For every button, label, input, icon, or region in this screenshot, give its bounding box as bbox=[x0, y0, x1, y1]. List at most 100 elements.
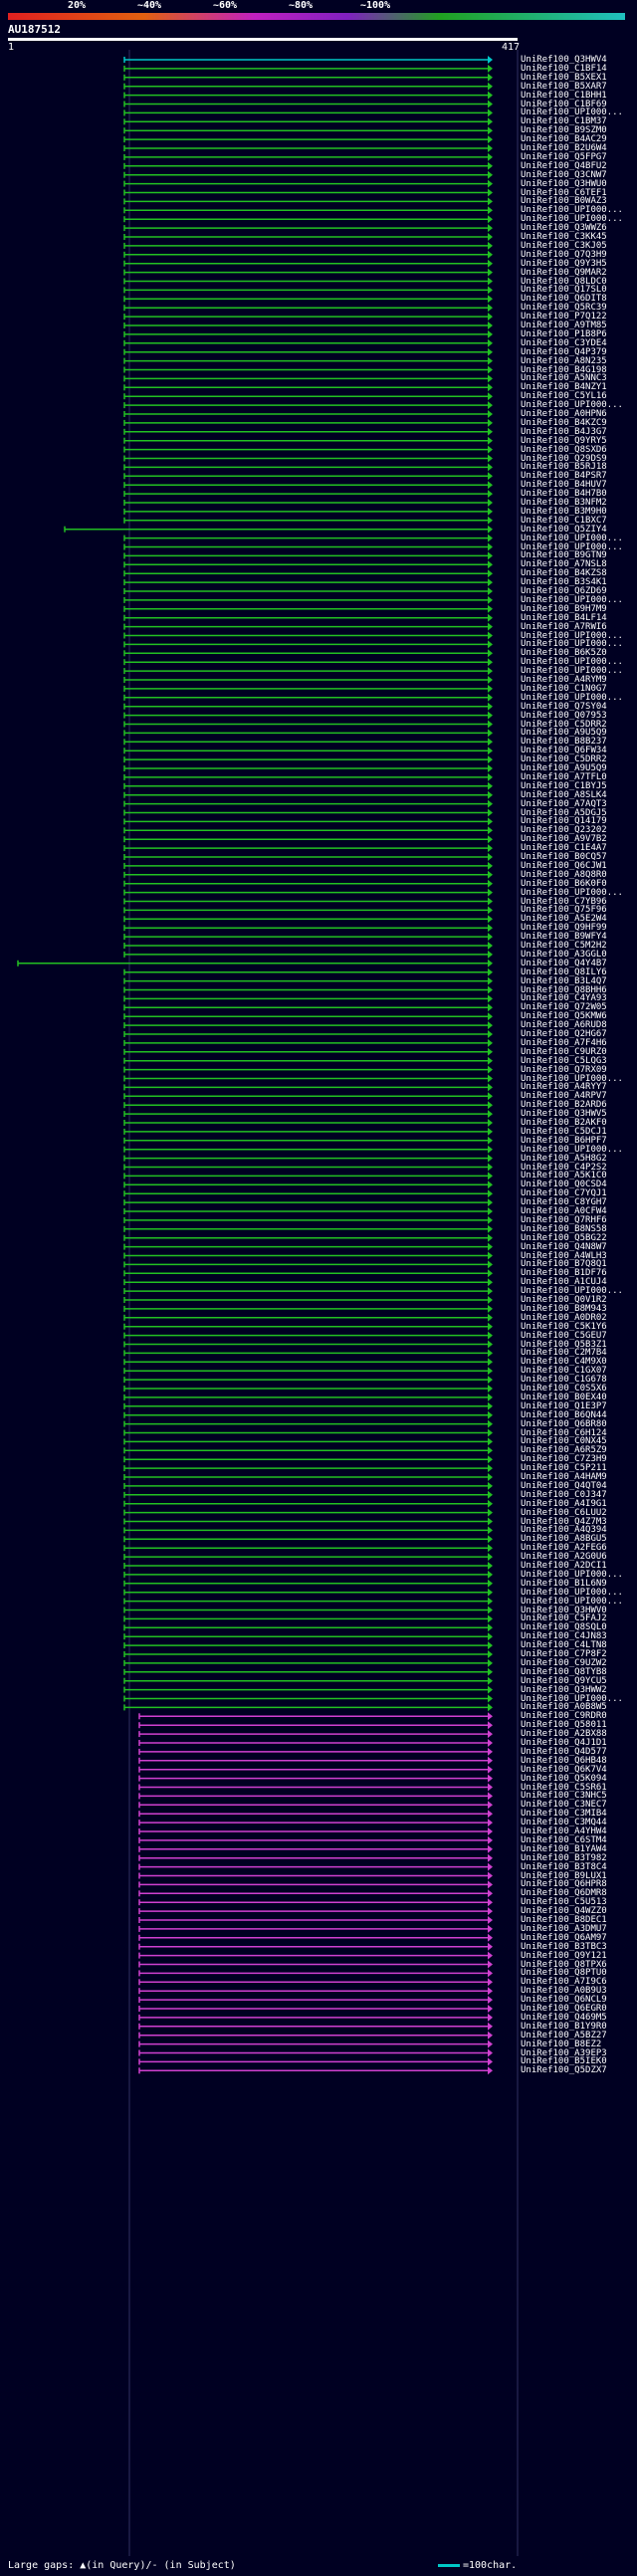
hit-end-arrow-icon bbox=[488, 1827, 493, 1835]
hit-end-arrow-icon bbox=[488, 1535, 493, 1544]
hit-end-arrow-icon bbox=[488, 1951, 493, 1960]
hit-end-arrow-icon bbox=[488, 1907, 493, 1916]
hit-end-arrow-icon bbox=[488, 1473, 493, 1481]
hit-end-arrow-icon bbox=[488, 1933, 493, 1942]
hit-end-arrow-icon bbox=[488, 1499, 493, 1508]
hit-end-arrow-icon bbox=[488, 2022, 493, 2031]
hit-end-arrow-icon bbox=[488, 738, 493, 747]
hit-end-arrow-icon bbox=[488, 454, 493, 463]
hit-end-arrow-icon bbox=[488, 1508, 493, 1517]
hit-end-arrow-icon bbox=[488, 1136, 493, 1145]
hit-end-arrow-icon bbox=[488, 286, 493, 295]
hit-end-arrow-icon bbox=[488, 1393, 493, 1401]
hit-end-arrow-icon bbox=[488, 152, 493, 161]
hit-end-arrow-icon bbox=[488, 1570, 493, 1579]
hit-end-arrow-icon bbox=[488, 56, 493, 64]
scale-legend: =100char. bbox=[438, 2560, 517, 2571]
hit-end-arrow-icon bbox=[488, 942, 493, 950]
hit-end-arrow-icon bbox=[488, 693, 493, 702]
hit-end-arrow-icon bbox=[488, 888, 493, 897]
hit-end-arrow-icon bbox=[488, 1003, 493, 1012]
hit-end-arrow-icon bbox=[488, 1198, 493, 1207]
hit-end-arrow-icon bbox=[488, 401, 493, 410]
hit-end-arrow-icon bbox=[488, 1181, 493, 1189]
hit-end-arrow-icon bbox=[488, 1455, 493, 1464]
hit-end-arrow-icon bbox=[488, 295, 493, 304]
hit-end-arrow-icon bbox=[488, 1544, 493, 1553]
hit-end-arrow-icon bbox=[488, 490, 493, 499]
hit-end-arrow-icon bbox=[488, 1996, 493, 2005]
hit-end-arrow-icon bbox=[488, 1446, 493, 1455]
hit-end-arrow-icon bbox=[488, 658, 493, 667]
hit-end-arrow-icon bbox=[488, 595, 493, 604]
hit-end-arrow-icon bbox=[488, 1703, 493, 1712]
hit-end-arrow-icon bbox=[488, 356, 493, 365]
hit-end-arrow-icon bbox=[488, 640, 493, 649]
hit-end-arrow-icon bbox=[488, 870, 493, 879]
hit-end-arrow-icon bbox=[488, 126, 493, 135]
hit-end-arrow-icon bbox=[488, 1562, 493, 1570]
hit-end-arrow-icon bbox=[488, 2031, 493, 2039]
hit-end-arrow-icon bbox=[488, 2039, 493, 2048]
hit-end-arrow-icon bbox=[488, 1588, 493, 1597]
hit-end-arrow-icon bbox=[488, 197, 493, 206]
hit-end-arrow-icon bbox=[488, 374, 493, 383]
hit-end-arrow-icon bbox=[488, 499, 493, 507]
hit-end-arrow-icon bbox=[488, 1632, 493, 1641]
hit-end-arrow-icon bbox=[488, 747, 493, 755]
hit-end-arrow-icon bbox=[488, 879, 493, 888]
hit-end-arrow-icon bbox=[488, 1553, 493, 1562]
hit-end-arrow-icon bbox=[488, 1835, 493, 1844]
hit-end-arrow-icon bbox=[488, 73, 493, 82]
hit-end-arrow-icon bbox=[488, 897, 493, 906]
hit-end-arrow-icon bbox=[488, 1916, 493, 1924]
hit-end-arrow-icon bbox=[488, 1367, 493, 1376]
hit-end-arrow-icon bbox=[488, 1110, 493, 1119]
hit-end-arrow-icon bbox=[488, 772, 493, 781]
hit-end-arrow-icon bbox=[488, 418, 493, 427]
hit-end-arrow-icon bbox=[488, 233, 493, 241]
hit-end-arrow-icon bbox=[488, 560, 493, 569]
hit-end-arrow-icon bbox=[488, 1260, 493, 1269]
hit-end-arrow-icon bbox=[488, 135, 493, 144]
hit-end-arrow-icon bbox=[488, 1774, 493, 1783]
hit-end-arrow-icon bbox=[488, 1083, 493, 1092]
hit-end-arrow-icon bbox=[488, 1154, 493, 1163]
hit-end-arrow-icon bbox=[488, 853, 493, 861]
hit-end-arrow-icon bbox=[488, 667, 493, 676]
scale-legend-label: =100char. bbox=[463, 2560, 518, 2571]
hit-end-arrow-icon bbox=[488, 684, 493, 693]
hit-end-arrow-icon bbox=[488, 861, 493, 870]
hit-end-arrow-icon bbox=[488, 179, 493, 188]
hit-end-arrow-icon bbox=[488, 1331, 493, 1340]
hit-end-arrow-icon bbox=[488, 117, 493, 126]
hit-end-arrow-icon bbox=[488, 1819, 493, 1827]
hit-end-arrow-icon bbox=[488, 631, 493, 640]
hit-end-arrow-icon bbox=[488, 1012, 493, 1021]
hit-end-arrow-icon bbox=[488, 1526, 493, 1535]
hit-end-arrow-icon bbox=[488, 1614, 493, 1623]
hit-end-arrow-icon bbox=[488, 1987, 493, 1996]
hit-end-arrow-icon bbox=[488, 764, 493, 772]
hit-end-arrow-icon bbox=[488, 817, 493, 826]
hit-end-arrow-icon bbox=[488, 1376, 493, 1385]
hit-end-arrow-icon bbox=[488, 1880, 493, 1889]
hit-end-arrow-icon bbox=[488, 1038, 493, 1047]
hit-end-arrow-icon bbox=[488, 844, 493, 853]
hit-label[interactable]: UniRef100_Q5DZX7 bbox=[521, 2065, 607, 2075]
hit-end-arrow-icon bbox=[488, 1667, 493, 1676]
hit-end-arrow-icon bbox=[488, 1401, 493, 1410]
hit-end-arrow-icon bbox=[488, 410, 493, 418]
hit-end-arrow-icon bbox=[488, 436, 493, 445]
hit-end-arrow-icon bbox=[488, 1207, 493, 1215]
hit-end-arrow-icon bbox=[488, 676, 493, 684]
hit-end-arrow-icon bbox=[488, 915, 493, 924]
hit-end-arrow-icon bbox=[488, 1224, 493, 1233]
hit-end-arrow-icon bbox=[488, 1242, 493, 1251]
hit-end-arrow-icon bbox=[488, 1853, 493, 1862]
hit-end-arrow-icon bbox=[488, 542, 493, 551]
hit-end-arrow-icon bbox=[488, 1978, 493, 1987]
hit-end-arrow-icon bbox=[488, 1792, 493, 1801]
hit-end-arrow-icon bbox=[488, 365, 493, 374]
hit-end-arrow-icon bbox=[488, 445, 493, 454]
